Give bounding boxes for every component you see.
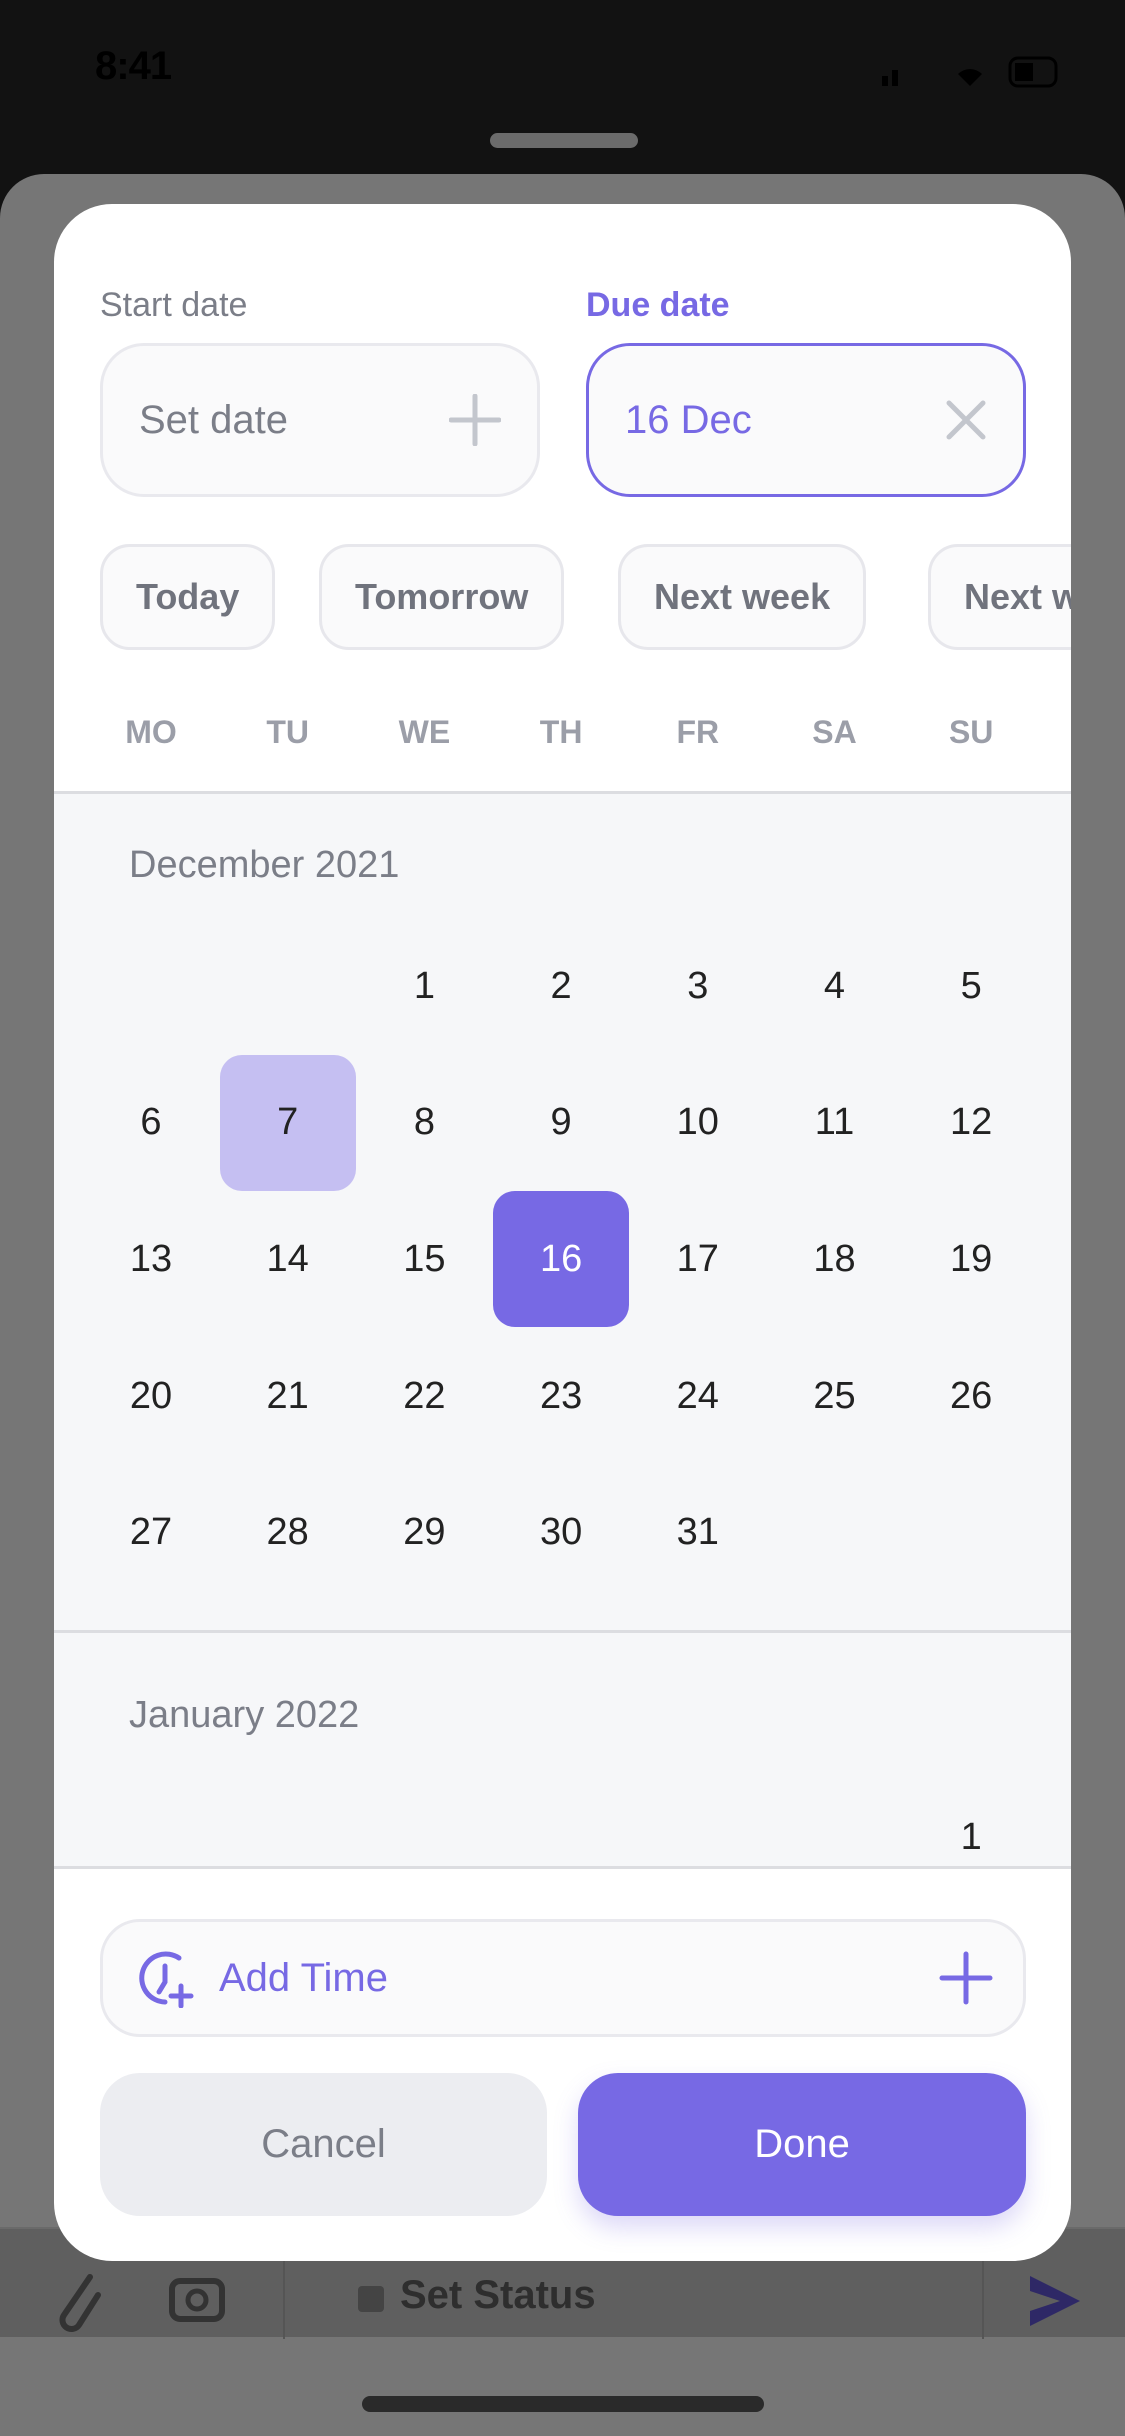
camera-icon[interactable] <box>168 2269 228 2324</box>
send-icon[interactable] <box>1025 2271 1085 2331</box>
status-icons <box>882 56 1058 88</box>
day-cell[interactable]: 12 <box>903 1055 1039 1191</box>
done-button[interactable]: Done <box>578 2073 1026 2216</box>
day-cell[interactable]: 25 <box>767 1328 903 1464</box>
add-time-label: Add Time <box>219 1955 388 2000</box>
day-cell[interactable]: 11 <box>767 1055 903 1191</box>
day-cell[interactable]: 2 <box>493 918 629 1054</box>
day-cell[interactable]: 5 <box>903 918 1039 1054</box>
due-date-label: Due date <box>586 286 730 324</box>
day-cell[interactable]: 23 <box>493 1328 629 1464</box>
day-cell[interactable]: 4 <box>767 918 903 1054</box>
day-cell[interactable]: 30 <box>493 1465 629 1601</box>
day-cell[interactable]: 31 <box>630 1465 766 1601</box>
chip-today[interactable]: Today <box>100 544 276 650</box>
weekday-header: MO <box>125 714 177 750</box>
day-cell[interactable]: 17 <box>630 1191 766 1327</box>
day-cell[interactable]: 1 <box>356 918 492 1054</box>
day-selected[interactable]: 16 <box>493 1191 630 1328</box>
day-cell[interactable]: 14 <box>220 1191 356 1327</box>
day-cell[interactable]: 10 <box>630 1055 766 1191</box>
day-cell[interactable]: 20 <box>83 1328 219 1464</box>
date-picker-modal: Start date Due date Set date 16 Dec Toda… <box>54 204 1071 2261</box>
cancel-button[interactable]: Cancel <box>100 2073 547 2216</box>
day-cell[interactable]: 24 <box>630 1328 766 1464</box>
weekday-header: WE <box>398 714 451 750</box>
attach-icon[interactable] <box>50 2267 105 2337</box>
weekday-header: TH <box>539 714 583 750</box>
clock-plus-icon <box>139 1951 194 2008</box>
day-cell[interactable]: 13 <box>83 1191 219 1327</box>
day-cell[interactable]: 28 <box>220 1465 356 1601</box>
start-date-label: Start date <box>100 286 248 324</box>
month-title: January 2022 <box>129 1694 360 1736</box>
start-date-placeholder: Set date <box>139 397 289 442</box>
day-cell[interactable]: 26 <box>903 1328 1039 1464</box>
due-date-value: 16 Dec <box>625 397 752 442</box>
day-cell[interactable]: 1 <box>903 1769 1039 1905</box>
month-title: December 2021 <box>129 844 400 886</box>
weekday-header: SU <box>948 714 994 750</box>
plus-icon[interactable] <box>939 1951 993 2005</box>
day-today[interactable]: 7 <box>219 1054 356 1191</box>
day-cell[interactable]: 19 <box>903 1191 1039 1327</box>
day-cell[interactable]: 6 <box>83 1055 219 1191</box>
home-indicator <box>362 2396 764 2412</box>
set-status-label[interactable]: Set Status <box>400 2273 596 2318</box>
chip-tomorrow[interactable]: Tomorrow <box>319 544 565 650</box>
clear-icon[interactable] <box>945 399 987 441</box>
day-cell[interactable]: 22 <box>356 1328 492 1464</box>
plus-icon[interactable] <box>449 394 501 446</box>
chip-next-week[interactable]: Next week <box>618 544 867 650</box>
calendar-scroll[interactable]: December 2021 January 2022 1 2 3 4 5 6 7 8 9 10 11… <box>54 791 1071 1869</box>
month-divider <box>54 1630 1071 1633</box>
day-cell[interactable]: 9 <box>493 1055 629 1191</box>
day-cell[interactable]: 21 <box>220 1328 356 1464</box>
day-cell[interactable]: 2 <box>1040 1769 1071 1905</box>
status-dot <box>358 2286 384 2312</box>
start-date-field[interactable]: Set date <box>100 343 540 497</box>
weekday-header: SA <box>812 714 857 750</box>
day-cell[interactable]: 8 <box>356 1055 492 1191</box>
chip-next-weekend[interactable]: Next w <box>928 544 1071 650</box>
day-cell[interactable]: 15 <box>356 1191 492 1327</box>
day-cell[interactable]: 29 <box>356 1465 492 1601</box>
weekday-header: FR <box>676 714 720 750</box>
sheet-handle[interactable] <box>490 133 638 148</box>
weekday-header: TU <box>266 714 310 750</box>
add-time-button[interactable]: Add Time <box>100 1919 1026 2037</box>
due-date-field[interactable]: 16 Dec <box>586 343 1026 497</box>
day-cell[interactable]: 18 <box>767 1191 903 1327</box>
day-cell[interactable]: 3 <box>630 918 766 1054</box>
day-cell[interactable]: 27 <box>83 1465 219 1601</box>
status-time: 8:41 <box>95 44 172 88</box>
